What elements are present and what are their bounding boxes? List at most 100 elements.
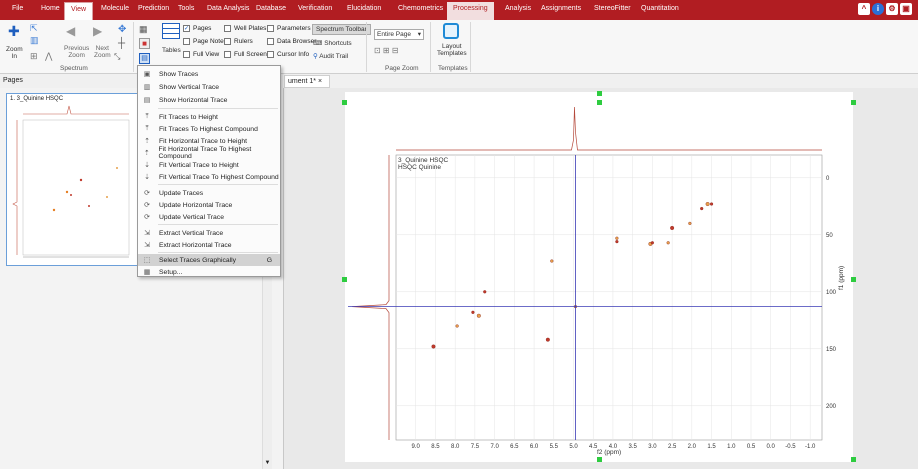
full-screen-checkbox[interactable]: Full Screen: [224, 51, 267, 58]
divider: [158, 108, 278, 109]
spectrum-toolbar-button[interactable]: Spectrum Toolbar: [312, 24, 371, 35]
data-browser-checkbox[interactable]: Data Browser: [267, 38, 316, 45]
resize-handle[interactable]: [851, 457, 856, 462]
thumbnail-preview: [12, 105, 130, 258]
menu-item-show-traces[interactable]: ▣ Show Traces: [138, 68, 280, 80]
settings-icon[interactable]: ⚙: [886, 3, 898, 15]
vertical-trace-icon: ▥: [143, 84, 151, 91]
grid-icon[interactable]: ▦: [139, 24, 148, 35]
divider: [158, 252, 278, 253]
previous-zoom-icon[interactable]: ◀: [66, 24, 75, 38]
tables-icon[interactable]: [162, 23, 180, 39]
fit-page-icons[interactable]: ⊡ ⊞ ⊟: [374, 46, 399, 55]
menu-item-fit-h-compound[interactable]: ⇡ Fit Horizontal Trace To Highest Compoun…: [138, 146, 280, 160]
menu-processing[interactable]: Processing: [447, 2, 494, 20]
divider: [366, 22, 367, 72]
move-icon[interactable]: ✥: [118, 24, 126, 35]
menu-item-update-v-trace[interactable]: ⟳ Update Vertical Trace: [138, 211, 280, 223]
page-zoom-select[interactable]: Entire Page ▾: [374, 29, 424, 40]
menu-tools[interactable]: Tools: [178, 5, 194, 12]
page-thumbnail[interactable]: 1. 3_Quinine HSQC: [6, 93, 146, 266]
layout-templates-button[interactable]: Layout Templates: [437, 43, 467, 57]
next-zoom-icon[interactable]: ▶: [93, 24, 102, 38]
menu-file[interactable]: File: [12, 5, 23, 12]
menu-item-select-graphically[interactable]: ⬚ Select Traces Graphically G: [138, 254, 280, 266]
layout-templates-icon[interactable]: [443, 23, 459, 39]
audit-trail-button[interactable]: ⚲ Audit Trail: [313, 52, 348, 60]
cursor-info-checkbox[interactable]: Cursor Info: [267, 51, 309, 58]
menu-molecule[interactable]: Molecule: [101, 5, 129, 12]
update-traces-icon: ⟳: [144, 190, 150, 197]
divider: [133, 22, 134, 72]
menu-prediction[interactable]: Prediction: [138, 5, 169, 12]
traces-dropdown-menu: ▣ Show Traces ▥ Show Vertical Trace ▤ Show …: [137, 65, 281, 277]
menu-assignments[interactable]: Assignments: [541, 5, 581, 12]
window-controls: ^ i ⚙ ▣: [858, 3, 912, 15]
setup-icon: ▦: [143, 269, 151, 276]
menu-item-extract-v-trace[interactable]: ⇲ Extract Vertical Trace: [138, 227, 280, 239]
fit-v-height-icon: ⇣: [144, 162, 150, 169]
restore-icon[interactable]: ▣: [900, 3, 912, 15]
show-traces-icon: ▣: [143, 71, 151, 78]
menu-stereofitter[interactable]: StereoFitter: [594, 5, 631, 12]
rulers-checkbox[interactable]: Rulers: [224, 38, 253, 45]
shortcuts-button[interactable]: ⌨ Shortcuts: [313, 39, 352, 47]
expand-icon[interactable]: ⇱: [30, 23, 38, 34]
resize-handle[interactable]: [597, 457, 602, 462]
resize-handle[interactable]: [851, 277, 856, 282]
tables-button[interactable]: Tables: [162, 47, 181, 54]
menu-verification[interactable]: Verification: [298, 5, 332, 12]
menu-elucidation[interactable]: Elucidation: [347, 5, 381, 12]
well-plates-checkbox[interactable]: Well Plates: [224, 25, 266, 32]
full-view-checkbox[interactable]: Full View: [183, 51, 219, 58]
traces-button-icon[interactable]: ▤: [139, 53, 150, 64]
menu-item-fit-traces-height[interactable]: ⤒ Fit Traces to Height: [138, 111, 280, 123]
menu-quantitation[interactable]: Quantitation: [641, 5, 679, 12]
menu-analysis[interactable]: Analysis: [505, 5, 531, 12]
menu-item-update-h-trace[interactable]: ⟳ Update Horizontal Trace: [138, 199, 280, 211]
divider: [430, 22, 431, 72]
page-notes-checkbox[interactable]: Page Notes: [183, 38, 227, 45]
pages-checkbox[interactable]: ✓ Pages: [183, 25, 211, 32]
axis-icon[interactable]: ⊞: [30, 51, 38, 62]
menu-home[interactable]: Home: [41, 5, 60, 12]
spectrum-title: 3_Quinine HSQC HSQC Quinine: [398, 157, 449, 171]
document-page[interactable]: [345, 92, 853, 462]
color-icon[interactable]: ■: [139, 38, 150, 49]
resize-handle[interactable]: [342, 277, 347, 282]
resize-handle[interactable]: [851, 100, 856, 105]
bar-chart-icon[interactable]: ▥: [30, 35, 39, 46]
menu-view[interactable]: View: [64, 2, 94, 20]
previous-zoom-button[interactable]: Previous Zoom: [64, 45, 89, 59]
menu-item-extract-h-trace[interactable]: ⇲ Extract Horizontal Trace: [138, 239, 280, 251]
shortcuts-icon: ⌨: [313, 40, 325, 47]
menu-item-update-traces[interactable]: ⟳ Update Traces: [138, 187, 280, 199]
menu-item-setup[interactable]: ▦ Setup...: [138, 266, 280, 278]
crosshair-icon[interactable]: ┼: [118, 38, 125, 49]
info-icon[interactable]: i: [872, 3, 884, 15]
zoom-in-button[interactable]: Zoom In: [6, 46, 23, 60]
resize-handle[interactable]: [597, 100, 602, 105]
scroll-down-icon[interactable]: ▼: [263, 460, 272, 469]
menu-item-fit-v-compound[interactable]: ⇣ Fit Vertical Trace To Highest Compound: [138, 171, 280, 183]
menu-database[interactable]: Database: [256, 5, 286, 12]
menu-item-show-vertical-trace[interactable]: ▥ Show Vertical Trace: [138, 81, 280, 93]
menu-item-fit-v-height[interactable]: ⇣ Fit Vertical Trace to Height: [138, 159, 280, 171]
menu-item-show-horizontal-trace[interactable]: ▤ Show Horizontal Trace: [138, 94, 280, 106]
ruler-icon[interactable]: ⤡: [114, 52, 120, 62]
peak-icon[interactable]: ⋀: [45, 51, 52, 62]
menu-chemometrics[interactable]: Chemometrics: [398, 5, 443, 12]
menu-item-fit-traces-compound[interactable]: ⤒ Fit Traces To Highest Compound: [138, 123, 280, 135]
collapse-ribbon-icon[interactable]: ^: [858, 3, 870, 15]
menu-data-analysis[interactable]: Data Analysis: [207, 5, 249, 12]
parameters-checkbox[interactable]: Parameters: [267, 25, 311, 32]
zoom-in-icon[interactable]: ✚: [8, 23, 20, 40]
fit-compound-icon: ⤒: [145, 125, 149, 132]
next-zoom-button[interactable]: Next Zoom: [94, 45, 111, 59]
document-tab[interactable]: ument 1* ×: [284, 75, 330, 88]
resize-handle[interactable]: [342, 100, 347, 105]
extract-h-icon: ⇲: [144, 242, 150, 249]
resize-handle[interactable]: [597, 91, 602, 96]
close-tab-icon[interactable]: ×: [318, 78, 322, 85]
page-zoom-group-label: Page Zoom: [385, 65, 419, 72]
